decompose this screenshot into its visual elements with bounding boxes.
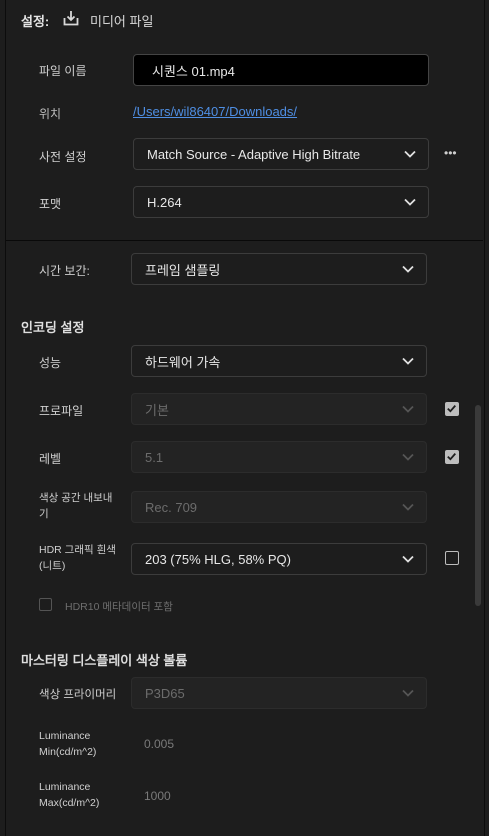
time-interp-dropdown[interactable]: 프레임 샘플링 <box>131 253 427 285</box>
level-label: 레벨 <box>39 452 62 466</box>
profile-label: 프로파일 <box>39 404 84 418</box>
profile-checkbox[interactable] <box>445 402 459 416</box>
colorspace-value: Rec. 709 <box>145 499 198 515</box>
hdr-white-dropdown[interactable]: 203 (75% HLG, 58% PQ) <box>131 543 427 575</box>
encoding-section-title: 인코딩 설정 <box>21 320 85 335</box>
file-name-label: 파일 이름 <box>39 64 87 78</box>
profile-dropdown[interactable]: 기본 <box>131 393 427 425</box>
chevron-down-icon <box>404 150 416 158</box>
location-label: 위치 <box>39 107 62 121</box>
primaries-label: 색상 프라이머리 <box>39 689 117 701</box>
chevron-down-icon <box>402 265 414 273</box>
primaries-value: P3D65 <box>145 685 185 701</box>
settings-title: 설정: <box>21 14 50 29</box>
profile-value: 기본 <box>145 402 169 418</box>
chevron-down-icon <box>402 357 414 365</box>
performance-dropdown[interactable]: 하드웨어 가속 <box>131 345 427 377</box>
hdr-white-checkbox[interactable] <box>445 551 459 565</box>
hdr10-checkbox[interactable] <box>39 598 52 611</box>
preset-label: 사전 설정 <box>39 150 87 164</box>
chevron-down-icon <box>402 555 414 563</box>
time-interp-value: 프레임 샘플링 <box>145 262 221 278</box>
hdr10-label: HDR10 메타데이터 포함 <box>65 601 173 613</box>
chevron-down-icon <box>404 198 416 206</box>
chevron-down-icon <box>402 453 414 461</box>
chevron-down-icon <box>402 405 414 413</box>
preset-value: Match Source - Adaptive High Bitrate <box>147 146 361 162</box>
lum-min-value[interactable]: 0.005 <box>144 737 174 751</box>
preset-dropdown[interactable]: Match Source - Adaptive High Bitrate <box>133 138 429 170</box>
export-icon <box>63 10 79 26</box>
performance-label: 성능 <box>39 356 62 370</box>
chevron-down-icon <box>402 689 414 697</box>
format-dropdown[interactable]: H.264 <box>133 186 429 218</box>
hdr-white-label: HDR 그래픽 흰색 (니트) <box>39 544 116 572</box>
level-checkbox[interactable] <box>445 450 459 464</box>
colorspace-dropdown[interactable]: Rec. 709 <box>131 491 427 523</box>
location-link[interactable]: /Users/wil86407/Downloads/ <box>133 104 297 119</box>
level-dropdown[interactable]: 5.1 <box>131 441 427 473</box>
hdr-white-value: 203 (75% HLG, 58% PQ) <box>145 551 291 567</box>
divider <box>6 240 483 241</box>
chevron-down-icon <box>402 503 414 511</box>
format-label: 포맷 <box>39 197 62 211</box>
more-options-icon[interactable]: ••• <box>444 146 457 160</box>
colorspace-label: 색상 공간 내보내기 <box>39 492 113 520</box>
format-value: H.264 <box>147 194 182 210</box>
primaries-dropdown[interactable]: P3D65 <box>131 677 427 709</box>
lum-min-label: Luminance Min(cd/m^2) <box>39 730 97 758</box>
media-file-label: 미디어 파일 <box>90 14 154 29</box>
performance-value: 하드웨어 가속 <box>145 354 221 370</box>
file-name-input[interactable]: 시퀀스 01.mp4 <box>133 54 429 86</box>
level-value: 5.1 <box>145 449 164 465</box>
scrollbar[interactable] <box>475 405 481 606</box>
mastering-section-title: 마스터링 디스플레이 색상 볼륨 <box>21 653 188 668</box>
lum-max-value[interactable]: 1000 <box>144 789 171 803</box>
time-interp-label: 시간 보간: <box>39 264 90 278</box>
lum-max-label: Luminance Max(cd/m^2) <box>39 781 100 809</box>
